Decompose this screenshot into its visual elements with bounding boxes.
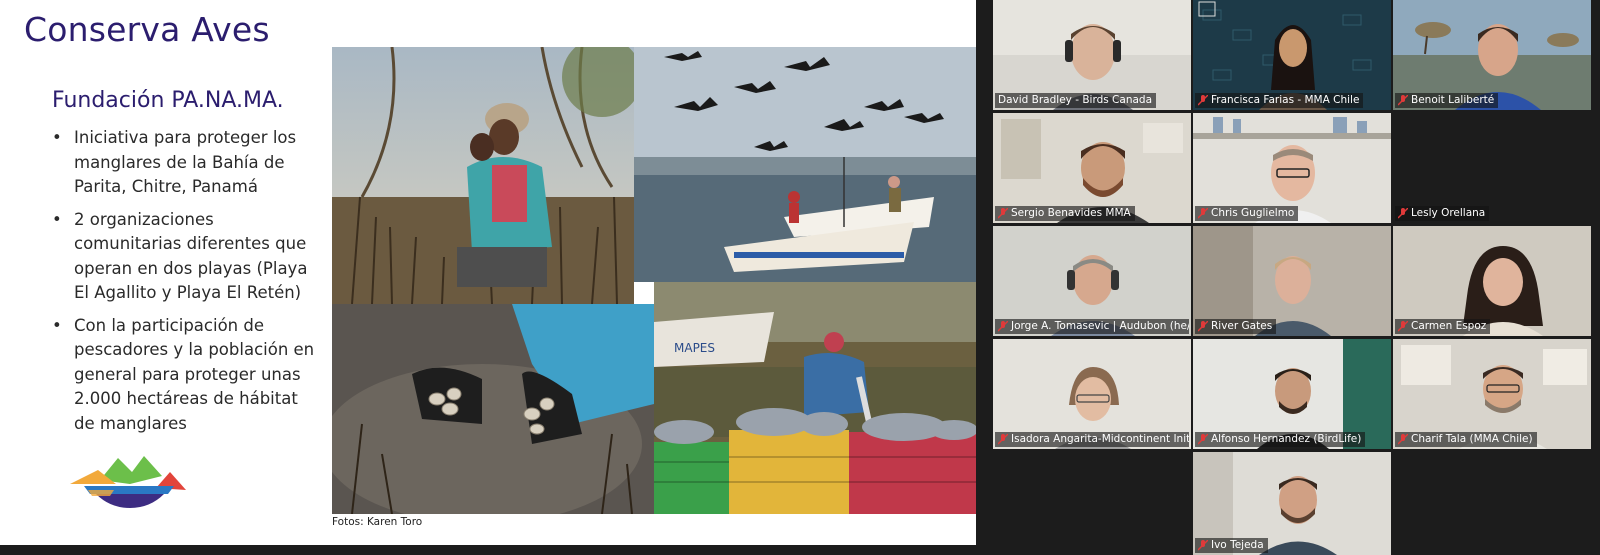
participant-tile[interactable]: David Bradley - Birds Canada: [993, 0, 1191, 110]
muted-mic-icon: [1398, 94, 1408, 105]
participant-name-tag: Francisca Farias - MMA Chile: [1195, 93, 1364, 108]
participant-name: Isadora Angarita-Midcontinent Initi...: [1011, 433, 1189, 445]
participant-tile[interactable]: Chris Guglielmo: [1193, 113, 1391, 223]
participant-name: Charif Tala (MMA Chile): [1411, 433, 1533, 445]
muted-mic-icon: [1398, 207, 1408, 218]
participant-name-tag: Carmen Espoz: [1395, 319, 1491, 334]
slide-bullet: Con la participación de pescadores y la …: [52, 314, 317, 437]
muted-mic-icon: [1398, 433, 1408, 444]
participant-name: Carmen Espoz: [1411, 320, 1487, 332]
muted-mic-icon: [1198, 320, 1208, 331]
muted-mic-icon: [1198, 433, 1208, 444]
participant-name: Sergio Benavides MMA: [1011, 207, 1131, 219]
participant-name-tag: Benoit Laliberté: [1395, 93, 1499, 108]
participant-tile[interactable]: Jorge A. Tomasevic | Audubon (he/...: [993, 226, 1191, 336]
participant-name-tag: River Gates: [1195, 319, 1277, 334]
participant-name-tag: David Bradley - Birds Canada: [995, 93, 1157, 108]
participant-gallery: David Bradley - Birds Canada Francisca F…: [990, 0, 1600, 555]
muted-mic-icon: [1198, 207, 1208, 218]
participant-name: Ivo Tejeda: [1211, 539, 1264, 551]
muted-mic-icon: [1198, 94, 1208, 105]
participant-name-tag: Ivo Tejeda: [1195, 538, 1268, 553]
participant-name-tag: Charif Tala (MMA Chile): [1395, 432, 1537, 447]
photo-clam-harvest: [332, 304, 654, 514]
slide-bullet: 2 organizaciones comunitarias diferentes…: [52, 208, 317, 306]
boat-hull-text: MAPES: [674, 341, 715, 355]
participant-name: David Bradley - Birds Canada: [998, 94, 1153, 106]
participant-name-tag: Sergio Benavides MMA: [995, 206, 1135, 221]
participant-tile[interactable]: Charif Tala (MMA Chile): [1393, 339, 1591, 449]
participant-name: Alfonso Hernandez (BirdLife): [1211, 433, 1362, 445]
participant-name-tag: Lesly Orellana: [1395, 206, 1490, 221]
participant-tile[interactable]: Lesly Orellana: [1393, 113, 1591, 223]
participant-name: Lesly Orellana: [1411, 207, 1486, 219]
slide-title: Conserva Aves: [24, 10, 270, 49]
participant-name-tag: Isadora Angarita-Midcontinent Initi...: [995, 432, 1189, 447]
participant-name: Jorge A. Tomasevic | Audubon (he/...: [1011, 320, 1189, 332]
muted-mic-icon: [998, 320, 1008, 331]
participant-name: Francisca Farias - MMA Chile: [1211, 94, 1360, 106]
slide-subtitle: Fundación PA.NA.MA.: [52, 88, 284, 113]
muted-mic-icon: [1398, 320, 1408, 331]
participant-name: Chris Guglielmo: [1211, 207, 1295, 219]
slide-bullet: Iniciativa para proteger los manglares d…: [52, 126, 317, 200]
muted-mic-icon: [1198, 539, 1208, 550]
participant-tile[interactable]: Isadora Angarita-Midcontinent Initi...: [993, 339, 1191, 449]
participant-tile[interactable]: Benoit Laliberté: [1393, 0, 1591, 110]
participant-tile[interactable]: Francisca Farias - MMA Chile: [1193, 0, 1391, 110]
muted-mic-icon: [998, 207, 1008, 218]
participant-name-tag: Jorge A. Tomasevic | Audubon (he/...: [995, 319, 1189, 334]
photo-credit: Fotos: Karen Toro: [332, 516, 423, 528]
photo-mangrove-fisher: [332, 47, 634, 304]
participant-tile[interactable]: Alfonso Hernandez (BirdLife): [1193, 339, 1391, 449]
slide-bullet-list: Iniciativa para proteger los manglares d…: [52, 126, 317, 444]
participant-tile[interactable]: Sergio Benavides MMA: [993, 113, 1191, 223]
participant-tile[interactable]: Carmen Espoz: [1393, 226, 1591, 336]
participant-tile[interactable]: River Gates: [1193, 226, 1391, 336]
shared-screen-slide: Conserva Aves Fundación PA.NA.MA. Inicia…: [0, 0, 976, 545]
participant-name-tag: Chris Guglielmo: [1195, 206, 1299, 221]
participant-name: Benoit Laliberté: [1411, 94, 1495, 106]
photo-fish-crates: MAPES: [654, 282, 976, 514]
participant-name: River Gates: [1211, 320, 1273, 332]
participant-name-tag: Alfonso Hernandez (BirdLife): [1195, 432, 1366, 447]
organization-logo: [70, 450, 190, 512]
muted-mic-icon: [998, 433, 1008, 444]
participant-tile[interactable]: Ivo Tejeda: [1193, 452, 1391, 555]
photo-birds-boats: [634, 47, 976, 282]
